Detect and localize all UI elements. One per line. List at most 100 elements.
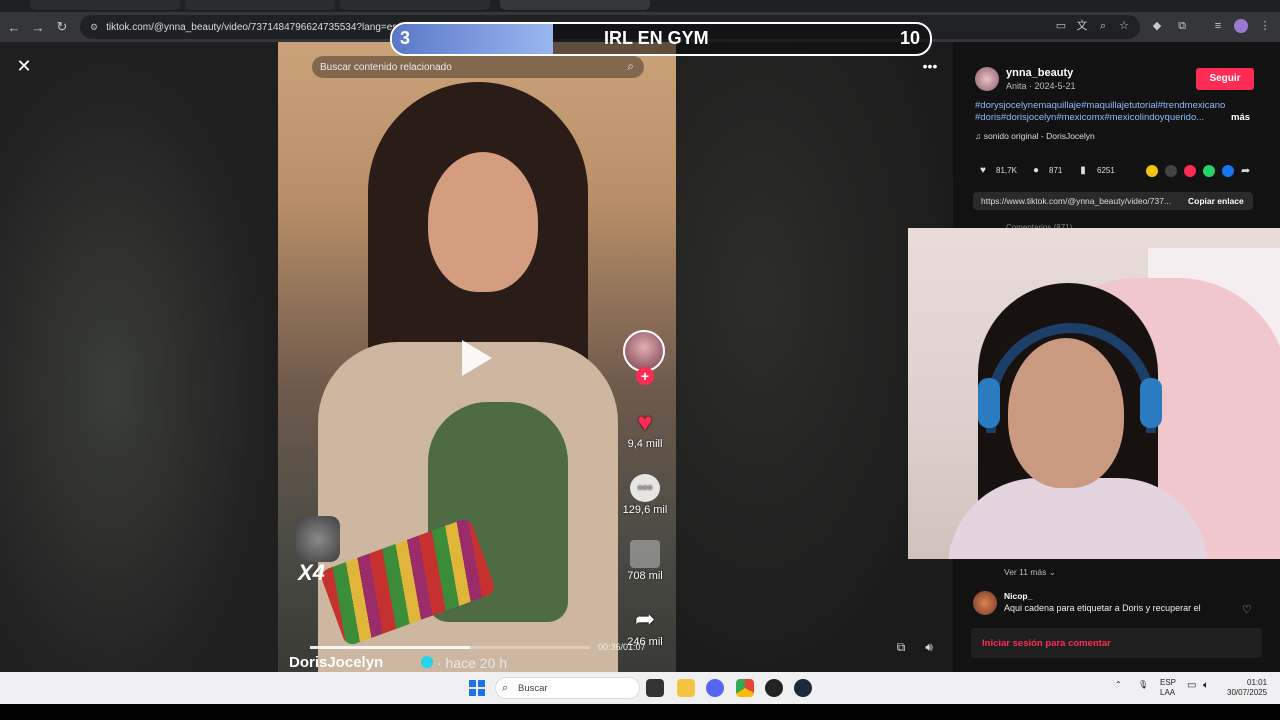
language-code: ESP <box>1160 678 1177 687</box>
terminal-app-icon[interactable] <box>646 679 664 697</box>
browser-tab-active[interactable] <box>500 0 650 10</box>
input-language[interactable]: ESP LAA <box>1160 678 1176 698</box>
heart-icon[interactable]: ♥ <box>630 408 660 436</box>
video-time: 00:36/01:07 <box>598 642 646 652</box>
video-hashtags[interactable]: #dorysjocelynemaquillaje#maquillajetutor… <box>975 100 1255 124</box>
like-icon[interactable]: ♥ <box>977 165 989 177</box>
extensions-icon[interactable]: ⧉ <box>1175 19 1189 33</box>
cam-headset-ear <box>1140 378 1162 428</box>
share-arrow-icon[interactable]: ➦ <box>630 606 660 634</box>
forward-icon[interactable]: → <box>28 17 48 37</box>
site-info-icon[interactable]: ⚙ <box>90 22 98 33</box>
stream-goal-fill <box>392 24 553 54</box>
clock-time: 01:01 <box>1247 678 1268 687</box>
creator-avatar[interactable] <box>623 330 665 372</box>
volume-icon[interactable]: 🔈︎ <box>1203 680 1209 691</box>
more-link[interactable]: más <box>1231 112 1250 123</box>
bookmark-star-icon[interactable]: ☆ <box>1117 19 1131 33</box>
stream-goal-title: IRL EN GYM <box>604 28 709 48</box>
follow-plus-icon[interactable]: + <box>636 367 654 385</box>
reload-icon[interactable]: ↻ <box>52 17 72 37</box>
chrome-icon[interactable] <box>736 679 754 697</box>
comment-count: 129,6 mil <box>622 504 668 516</box>
video-progress-fill <box>310 646 470 649</box>
microphone-icon[interactable]: 🎙︎ <box>1138 680 1148 689</box>
bookmark-icon[interactable] <box>630 540 660 568</box>
discord-icon[interactable] <box>706 679 724 697</box>
taskbar-search[interactable] <box>495 677 640 699</box>
follow-button[interactable]: Seguir <box>1196 68 1254 90</box>
clock[interactable]: 01:01 30/07/2025 <box>1227 678 1267 698</box>
save-stat: 6251 <box>1097 166 1115 175</box>
video-author[interactable]: DorisJocelyn <box>289 654 383 671</box>
save-action[interactable]: 708 mil <box>622 540 668 582</box>
obs-icon[interactable] <box>765 679 783 697</box>
embed-icon[interactable] <box>1165 165 1177 177</box>
comment-icon[interactable]: ● <box>1030 165 1042 177</box>
browser-tab[interactable] <box>340 0 490 10</box>
more-options-icon[interactable]: ••• <box>920 58 940 74</box>
video-subject-face <box>428 152 538 292</box>
related-search-bar[interactable]: Buscar contenido relacionado ⌕ <box>312 56 644 78</box>
send-icon[interactable] <box>1184 165 1196 177</box>
alert-dog-image <box>296 516 340 562</box>
steam-icon[interactable] <box>794 679 812 697</box>
close-video-button[interactable]: ✕ <box>14 56 34 76</box>
comment-like-icon[interactable]: ♡ <box>1242 603 1252 616</box>
username[interactable]: ynna_beauty <box>1006 67 1073 79</box>
taskbar-search-label: Buscar <box>518 683 548 694</box>
windows-start-icon[interactable] <box>469 680 485 696</box>
user-meta: Anita · 2024-5-21 <box>1006 81 1076 91</box>
verified-badge-icon <box>421 656 433 668</box>
profile-avatar[interactable] <box>1234 19 1248 33</box>
browser-menu-icon[interactable]: ⋮ <box>1258 19 1272 33</box>
browser-tab[interactable] <box>30 0 180 10</box>
comment-icon[interactable]: ••• <box>630 474 660 502</box>
video-link: https://www.tiktok.com/@ynna_beauty/vide… <box>981 196 1172 206</box>
extension-diamond-icon[interactable]: ◆ <box>1150 19 1164 33</box>
login-to-comment[interactable]: Iniciar sesión para comentar <box>982 638 1111 649</box>
comment-action[interactable]: ••• 129,6 mil <box>622 474 668 516</box>
tray-chevron-icon[interactable]: ⌃ <box>1115 680 1122 689</box>
see-more-replies[interactable]: Ver 11 más ⌄ <box>1004 567 1056 578</box>
chevron-down-icon: ⌄ <box>1046 567 1056 577</box>
video-posted-time: · hace 20 h <box>437 655 508 671</box>
share-more-icon[interactable]: ➦ <box>1241 165 1253 177</box>
translate-icon[interactable]: 文 <box>1075 19 1089 33</box>
whatsapp-icon[interactable] <box>1203 165 1215 177</box>
coin-icon[interactable] <box>1146 165 1158 177</box>
like-stat: 81,7K <box>996 166 1017 175</box>
cast-icon[interactable]: ▭ <box>1054 19 1068 33</box>
taskbar <box>0 672 1280 704</box>
user-avatar[interactable] <box>975 67 999 91</box>
facebook-icon[interactable] <box>1222 165 1234 177</box>
media-control-icon[interactable]: ≡ <box>1211 19 1225 33</box>
copy-link-button[interactable]: Copiar enlace <box>1188 196 1244 206</box>
comment-text: Aqui cadena para etiquetar a Doris y rec… <box>1004 603 1201 613</box>
search-icon[interactable]: ⌕ <box>627 59 634 74</box>
comment-username[interactable]: Nicop_ <box>1004 591 1032 601</box>
browser-tab[interactable] <box>185 0 335 10</box>
zoom-icon[interactable]: ⌕ <box>1096 19 1110 33</box>
blurred-background-left <box>0 42 278 672</box>
comment-avatar[interactable] <box>973 591 997 615</box>
file-explorer-icon[interactable] <box>677 679 695 697</box>
picture-in-picture-icon[interactable]: ⧉ <box>892 640 910 656</box>
webcam-overlay <box>908 228 1280 559</box>
sound-credit[interactable]: ♫ sonido original - DorisJocelyn <box>975 131 1095 141</box>
stream-goal-target: 10 <box>900 28 921 48</box>
related-search-placeholder: Buscar contenido relacionado <box>320 61 452 73</box>
network-icon[interactable]: ▭ <box>1187 680 1196 691</box>
play-icon[interactable] <box>462 340 492 376</box>
like-action[interactable]: ♥ 9,4 mill <box>622 408 668 450</box>
cam-headset-ear <box>978 378 1000 428</box>
address-url: tiktok.com/@ynna_beauty/video/7371484796… <box>106 21 416 33</box>
bookmark-icon[interactable]: ▮ <box>1077 165 1089 177</box>
browser-tab-strip <box>0 0 1280 12</box>
volume-icon[interactable]: 🔊︎ <box>920 640 938 656</box>
sound-text: sonido original - DorisJocelyn <box>983 131 1095 141</box>
search-icon: ⌕ <box>502 682 509 694</box>
back-icon[interactable]: ← <box>4 17 24 37</box>
comment-stat: 871 <box>1049 166 1063 175</box>
clock-date: 30/07/2025 <box>1227 688 1268 697</box>
